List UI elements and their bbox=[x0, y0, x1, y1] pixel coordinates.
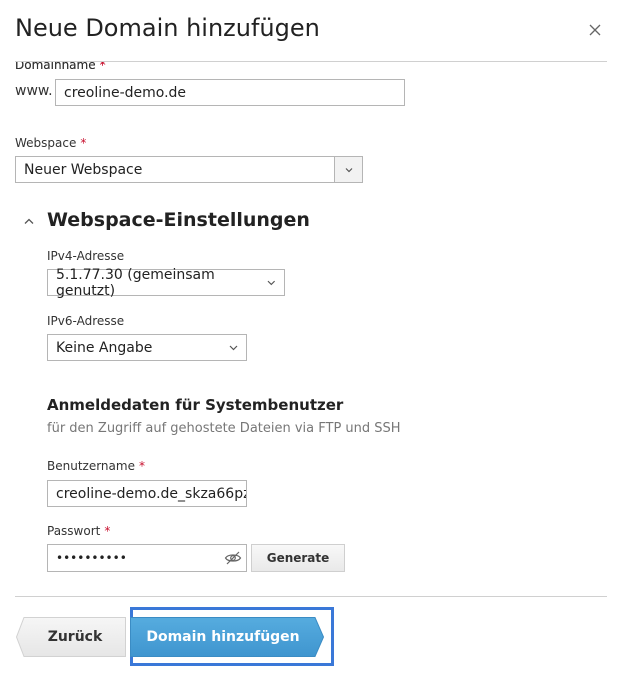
back-button[interactable]: Zurück bbox=[16, 617, 126, 657]
domain-name-label-visible: Domainname * bbox=[15, 62, 106, 70]
footer-divider bbox=[15, 596, 607, 597]
username-input[interactable]: creoline-demo.de_skza66pzy bbox=[47, 480, 247, 507]
username-label: Benutzername * bbox=[47, 459, 145, 473]
webspace-settings-title: Webspace-Einstellungen bbox=[47, 209, 310, 231]
webspace-selected-value: Neuer Webspace bbox=[24, 161, 143, 178]
webspace-dropdown-button[interactable] bbox=[334, 156, 363, 183]
add-domain-button[interactable]: Domain hinzufügen bbox=[130, 617, 324, 657]
domain-name-label-clip: Domainname * bbox=[15, 62, 125, 70]
domain-prefix: www. bbox=[15, 83, 53, 99]
ipv6-label: IPv6-Adresse bbox=[47, 314, 125, 328]
username-value: creoline-demo.de_skza66pzy bbox=[56, 485, 247, 502]
domain-name-input[interactable]: creoline-demo.de bbox=[55, 79, 405, 106]
chevron-down-icon bbox=[345, 167, 352, 172]
chevron-down-icon bbox=[267, 280, 276, 285]
eye-slash-icon[interactable] bbox=[224, 550, 242, 566]
generate-password-button[interactable]: Generate bbox=[251, 544, 345, 572]
chevron-up-icon bbox=[24, 218, 34, 224]
credentials-description: für den Zugriff auf gehostete Dateien vi… bbox=[47, 421, 401, 436]
password-label: Passwort * bbox=[47, 524, 111, 538]
password-masked-value: •••••••••• bbox=[56, 551, 127, 565]
ipv4-selected-value: 5.1.77.30 (gemeinsam genutzt) bbox=[56, 266, 215, 299]
credentials-title: Anmeldedaten für Systembenutzer bbox=[47, 396, 344, 414]
domain-name-value: creoline-demo.de bbox=[64, 84, 187, 101]
close-icon bbox=[589, 24, 601, 36]
ipv6-select[interactable]: Keine Angabe bbox=[47, 334, 247, 361]
close-button-overlay[interactable] bbox=[585, 20, 605, 40]
ipv4-select[interactable]: 5.1.77.30 (gemeinsam genutzt) bbox=[47, 266, 285, 299]
ipv6-selected-value: Keine Angabe bbox=[56, 339, 153, 356]
section-collapse-toggle[interactable] bbox=[22, 214, 36, 228]
header-mask: Neue Domain hinzufügen bbox=[0, 0, 623, 61]
chevron-down-icon bbox=[229, 345, 238, 350]
webspace-label: Webspace * bbox=[15, 136, 87, 150]
add-domain-button-label: Domain hinzufügen bbox=[146, 629, 300, 645]
webspace-select[interactable]: Neuer Webspace bbox=[15, 156, 335, 183]
dialog-title-overlay: Neue Domain hinzufügen bbox=[15, 14, 320, 42]
password-input[interactable]: •••••••••• bbox=[47, 544, 247, 572]
ipv4-label: IPv4-Adresse bbox=[47, 249, 125, 263]
back-button-label: Zurück bbox=[47, 629, 103, 645]
